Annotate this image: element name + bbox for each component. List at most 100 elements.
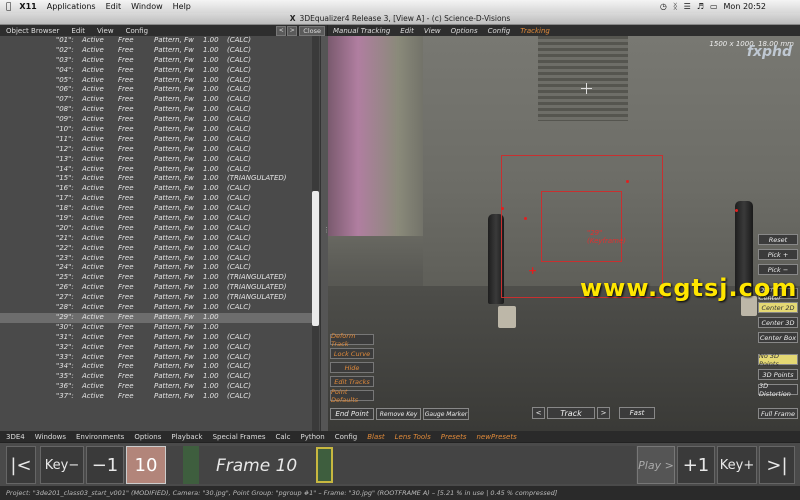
menu-newpresets[interactable]: newPresets <box>477 433 517 441</box>
point-row[interactable]: "04": Active Free Pattern, Fw 1.00 (CALC) <box>0 66 318 76</box>
menu-ob-view[interactable]: View <box>97 27 114 35</box>
point-row[interactable]: "15": Active Free Pattern, Fw 1.00 (TRIANGULA… <box>0 174 318 184</box>
point-row[interactable]: "30": Active Free Pattern, Fw 1.00 <box>0 323 318 333</box>
point-row[interactable]: "29": Active Free Pattern, Fw 1.00 <box>0 312 318 323</box>
point-row[interactable]: "05": Active Free Pattern, Fw 1.00 (CALC) <box>0 76 318 86</box>
battery-icon[interactable]: ▭ <box>710 2 718 11</box>
close-button[interactable]: Close <box>299 25 325 36</box>
side-button-3d-distortion[interactable]: 3D Distortion <box>758 382 798 398</box>
point-row[interactable]: "22": Active Free Pattern, Fw 1.00 (CALC) <box>0 244 318 254</box>
track-point-dot[interactable] <box>501 207 504 210</box>
panel-left-arrow-icon[interactable]: < <box>276 25 287 36</box>
point-row[interactable]: "16": Active Free Pattern, Fw 1.00 (CALC) <box>0 184 318 194</box>
point-defaults-button[interactable]: Point Defaults <box>330 388 374 404</box>
point-row[interactable]: "17": Active Free Pattern, Fw 1.00 (CALC) <box>0 194 318 204</box>
apple-icon[interactable]:  <box>6 2 11 12</box>
point-row[interactable]: "20": Active Free Pattern, Fw 1.00 (CALC) <box>0 224 318 234</box>
menu-tv-config[interactable]: Config <box>488 27 511 35</box>
play-button[interactable]: Play > <box>637 446 675 484</box>
menu-blast[interactable]: Blast <box>367 433 384 441</box>
menu-window[interactable]: Window <box>131 2 163 11</box>
menu-manual-tracking[interactable]: Manual Tracking <box>333 27 390 35</box>
panel-splitter[interactable]: ⋮ <box>320 36 330 431</box>
point-row[interactable]: "27": Active Free Pattern, Fw 1.00 (TRIANGULA… <box>0 293 318 303</box>
point-row[interactable]: "37": Active Free Pattern, Fw 1.00 (CALC) <box>0 392 318 402</box>
point-row[interactable]: "12": Active Free Pattern, Fw 1.00 (CALC) <box>0 145 318 155</box>
panel-right-arrow-icon[interactable]: > <box>287 25 298 36</box>
menu-options[interactable]: Options <box>134 433 161 441</box>
track-point-marker-icon[interactable]: + <box>528 264 537 277</box>
track-button[interactable]: Track <box>547 407 595 419</box>
wifi-icon[interactable]: ☰ <box>684 2 691 11</box>
menu-tv-view[interactable]: View <box>424 27 441 35</box>
end-point-button[interactable]: End Point <box>330 408 374 420</box>
clock[interactable]: Mon 20:52 <box>724 2 766 11</box>
track-backward-icon[interactable]: < <box>532 407 545 419</box>
lock-curve-button[interactable]: Lock Curve <box>330 348 374 359</box>
point-row[interactable]: "08": Active Free Pattern, Fw 1.00 (CALC) <box>0 105 318 115</box>
point-list-scrollbar[interactable] <box>312 36 319 431</box>
next-frame-button[interactable]: +1 <box>677 446 715 484</box>
menu-3de4[interactable]: 3DE4 <box>6 433 25 441</box>
menu-windows[interactable]: Windows <box>35 433 66 441</box>
menu-x11[interactable]: X11 <box>19 2 36 11</box>
side-button-no-3d-points[interactable]: No 3D Points <box>758 352 798 368</box>
deform-track-button[interactable]: Deform Track <box>330 332 374 348</box>
point-row[interactable]: "33": Active Free Pattern, Fw 1.00 (CALC) <box>0 353 318 363</box>
point-row[interactable]: "03": Active Free Pattern, Fw 1.00 (CALC) <box>0 56 318 66</box>
side-button-3d-points[interactable]: 3D Points <box>758 369 798 380</box>
point-row[interactable]: "26": Active Free Pattern, Fw 1.00 (TRIANGULA… <box>0 283 318 293</box>
hide-button[interactable]: Hide <box>330 362 374 373</box>
splitter-grip-icon[interactable]: ⋮ <box>323 226 330 240</box>
side-button-center-box[interactable]: Center Box <box>758 332 798 343</box>
side-button-pick[interactable]: Pick + <box>758 249 798 260</box>
point-row[interactable]: "31": Active Free Pattern, Fw 1.00 (CALC) <box>0 333 318 343</box>
first-frame-button[interactable]: |< <box>6 446 36 484</box>
remove-key-button[interactable]: Remove Key <box>376 408 421 420</box>
point-row[interactable]: "32": Active Free Pattern, Fw 1.00 (CALC) <box>0 343 318 353</box>
volume-icon[interactable]: ♬ <box>697 2 704 11</box>
current-frame-box[interactable]: 10 <box>126 446 166 484</box>
side-button-full-frame[interactable]: Full Frame <box>758 408 798 419</box>
current-frame-marker[interactable] <box>316 447 333 483</box>
point-row[interactable]: "09": Active Free Pattern, Fw 1.00 (CALC) <box>0 115 318 125</box>
pattern-area-box[interactable] <box>541 191 622 262</box>
scrollbar-thumb[interactable] <box>312 191 319 326</box>
bluetooth-icon[interactable]: ᛝ <box>673 2 678 11</box>
side-button-center-3d[interactable]: Center 3D <box>758 317 798 328</box>
fast-button[interactable]: Fast <box>619 407 655 419</box>
point-row[interactable]: "35": Active Free Pattern, Fw 1.00 (CALC) <box>0 372 318 382</box>
gauge-marker-button[interactable]: Gauge Marker <box>423 408 469 420</box>
menu-tracking[interactable]: Tracking <box>520 27 550 35</box>
point-row[interactable]: "01": Active Free Pattern, Fw 1.00 (CALC) <box>0 36 318 46</box>
menu-special-frames[interactable]: Special Frames <box>213 433 266 441</box>
point-row[interactable]: "14": Active Free Pattern, Fw 1.00 (CALC) <box>0 165 318 175</box>
menu-tv-options[interactable]: Options <box>451 27 478 35</box>
point-row[interactable]: "18": Active Free Pattern, Fw 1.00 (CALC) <box>0 204 318 214</box>
track-point-dot[interactable] <box>735 209 738 212</box>
point-row[interactable]: "10": Active Free Pattern, Fw 1.00 (CALC) <box>0 125 318 135</box>
track-forward-icon[interactable]: > <box>597 407 610 419</box>
prev-key-button[interactable]: Key− <box>40 446 84 484</box>
image-viewport[interactable]: 1500 x 1000, 18.00 mm fxphd + "29" (Keyf… <box>328 36 800 431</box>
track-point-dot[interactable] <box>626 180 629 183</box>
next-key-button[interactable]: Key+ <box>717 446 757 484</box>
menu-lens-tools[interactable]: Lens Tools <box>395 433 431 441</box>
menu-environments[interactable]: Environments <box>76 433 124 441</box>
menu-edit[interactable]: Edit <box>106 2 122 11</box>
menu-tv-edit[interactable]: Edit <box>400 27 414 35</box>
menu-ob-edit[interactable]: Edit <box>71 27 85 35</box>
edit-tracks-button[interactable]: Edit Tracks <box>330 376 374 387</box>
time-machine-icon[interactable]: ◷ <box>660 2 667 11</box>
point-row[interactable]: "02": Active Free Pattern, Fw 1.00 (CALC) <box>0 46 318 56</box>
point-row[interactable]: "23": Active Free Pattern, Fw 1.00 (CALC) <box>0 254 318 264</box>
menu-object-browser[interactable]: Object Browser <box>6 27 59 35</box>
side-button-center-2d[interactable]: Center 2D <box>758 302 798 313</box>
prev-frame-button[interactable]: −1 <box>86 446 124 484</box>
menu-playback[interactable]: Playback <box>171 433 202 441</box>
menu-help[interactable]: Help <box>173 2 191 11</box>
menu-python[interactable]: Python <box>300 433 324 441</box>
point-row[interactable]: "25": Active Free Pattern, Fw 1.00 (TRIANGULA… <box>0 273 318 283</box>
point-row[interactable]: "34": Active Free Pattern, Fw 1.00 (CALC) <box>0 362 318 372</box>
point-row[interactable]: "28": Active Free Pattern, Fw 1.00 (CALC) <box>0 303 318 313</box>
